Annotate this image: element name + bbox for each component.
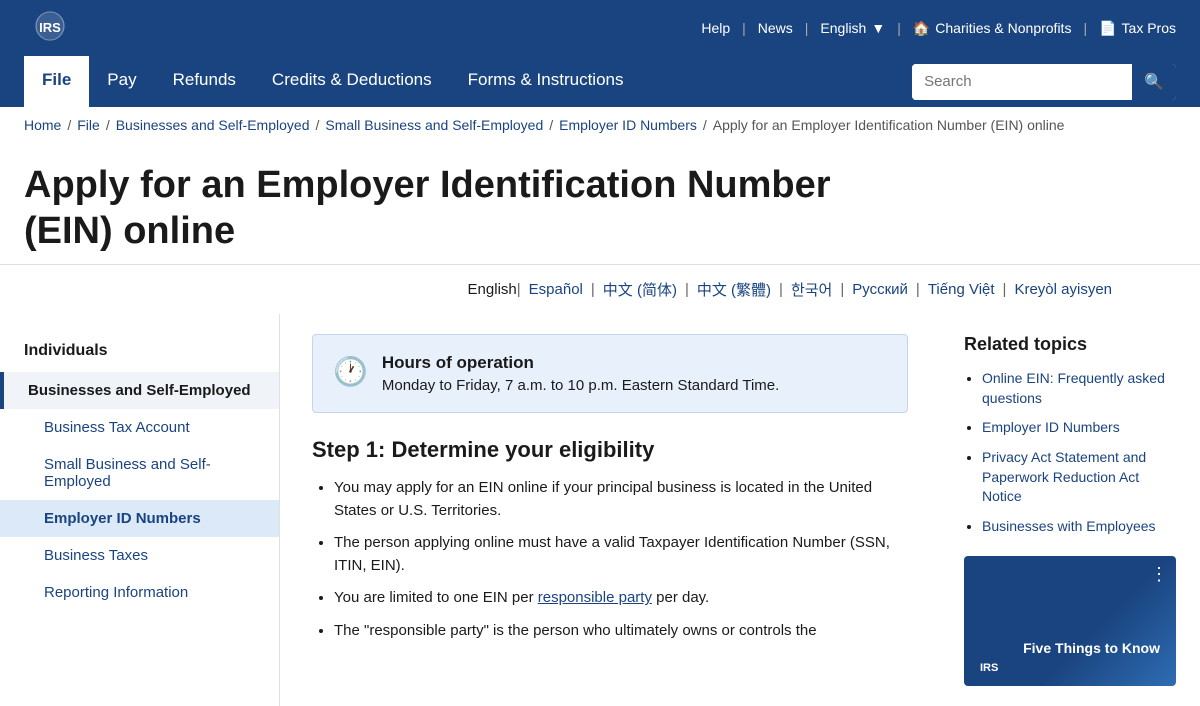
list-item: You are limited to one EIN per responsib…	[334, 587, 908, 610]
nav-pay[interactable]: Pay	[89, 56, 154, 107]
nav-credits[interactable]: Credits & Deductions	[254, 56, 450, 107]
related-title: Related topics	[964, 334, 1176, 355]
lang-korean[interactable]: 한국어	[791, 279, 832, 300]
video-thumbnail[interactable]: ⋮ Five Things to Know IRS	[964, 556, 1176, 686]
related-panel: Related topics Online EIN: Frequently as…	[940, 314, 1200, 706]
breadcrumb: Home / File / Businesses and Self-Employ…	[0, 107, 1200, 143]
related-link-employees[interactable]: Businesses with Employees	[982, 518, 1156, 534]
bullet-list: You may apply for an EIN online if your …	[312, 477, 908, 642]
sep-2: /	[315, 117, 319, 133]
search-input[interactable]	[912, 64, 1132, 100]
taxpros-icon: 📄	[1099, 20, 1116, 37]
irs-logo[interactable]: IRS	[24, 8, 76, 48]
related-list: Online EIN: Frequently asked questions E…	[964, 369, 1176, 536]
clock-icon: 🕐	[333, 355, 368, 388]
related-link-privacy[interactable]: Privacy Act Statement and Paperwork Redu…	[982, 449, 1146, 504]
language-bar: English | Español | 中文 (简体) | 中文 (繁體) | …	[0, 265, 1200, 314]
list-item: Employer ID Numbers	[982, 418, 1176, 438]
list-item: Online EIN: Frequently asked questions	[982, 369, 1176, 408]
lang-chinese-simplified[interactable]: 中文 (简体)	[603, 279, 677, 300]
tax-pros-link[interactable]: 📄 Tax Pros	[1099, 20, 1176, 37]
divider-3: |	[897, 20, 901, 36]
svg-text:IRS: IRS	[39, 20, 61, 35]
breadcrumb-employer-id[interactable]: Employer ID Numbers	[559, 117, 697, 133]
hours-title: Hours of operation	[382, 353, 779, 373]
sidebar: Individuals Businesses and Self-Employed…	[0, 314, 280, 706]
sep-1: /	[106, 117, 110, 133]
lang-russian[interactable]: Русский	[852, 281, 908, 298]
hours-details: Hours of operation Monday to Friday, 7 a…	[382, 353, 779, 394]
chevron-down-icon: ▼	[871, 20, 885, 36]
video-options-icon[interactable]: ⋮	[1150, 564, 1168, 585]
nav-bar: File Pay Refunds Credits & Deductions Fo…	[0, 56, 1200, 107]
sep-4: /	[703, 117, 707, 133]
sidebar-item-business-taxes[interactable]: Business Taxes	[0, 537, 279, 574]
list-item: Privacy Act Statement and Paperwork Redu…	[982, 448, 1176, 507]
top-bar-links: Help | News | English ▼ | 🏠 Charities & …	[701, 20, 1176, 37]
main-layout: Individuals Businesses and Self-Employed…	[0, 314, 1200, 706]
search-box: 🔍	[912, 64, 1176, 100]
list-item: The "responsible party" is the person wh…	[334, 620, 908, 643]
divider-4: |	[1083, 20, 1087, 36]
lang-haitian[interactable]: Kreyòl ayisyen	[1014, 281, 1112, 298]
breadcrumb-home[interactable]: Home	[24, 117, 61, 133]
nav-file[interactable]: File	[24, 56, 89, 107]
sidebar-section-title: Individuals	[0, 334, 279, 368]
list-item: The person applying online must have a v…	[334, 532, 908, 577]
sep-3: /	[549, 117, 553, 133]
nav-refunds[interactable]: Refunds	[155, 56, 254, 107]
page-title: Apply for an Employer Identification Num…	[24, 163, 924, 254]
responsible-party-link[interactable]: responsible party	[538, 589, 652, 606]
video-title: Five Things to Know	[1007, 640, 1176, 656]
sidebar-item-businesses[interactable]: Businesses and Self-Employed	[0, 372, 279, 409]
related-link-ein[interactable]: Employer ID Numbers	[982, 419, 1120, 435]
sep-0: /	[67, 117, 71, 133]
content-area: 🕐 Hours of operation Monday to Friday, 7…	[280, 314, 940, 706]
video-irs-logo: IRS	[974, 660, 1004, 676]
divider-1: |	[742, 20, 746, 36]
nav-forms[interactable]: Forms & Instructions	[450, 56, 642, 107]
lang-english: English	[468, 281, 517, 298]
lang-espanol[interactable]: Español	[529, 281, 583, 298]
search-button[interactable]: 🔍	[1132, 64, 1176, 100]
related-link-faq[interactable]: Online EIN: Frequently asked questions	[982, 370, 1165, 406]
page-title-section: Apply for an Employer Identification Num…	[0, 143, 1200, 265]
charities-link[interactable]: 🏠 Charities & Nonprofits	[913, 20, 1072, 37]
breadcrumb-small-business[interactable]: Small Business and Self-Employed	[325, 117, 543, 133]
step-title: Step 1: Determine your eligibility	[312, 437, 908, 463]
sidebar-item-business-tax[interactable]: Business Tax Account	[0, 409, 279, 446]
news-link[interactable]: News	[758, 20, 793, 36]
nav-search-area: 🔍	[912, 56, 1176, 107]
breadcrumb-file[interactable]: File	[77, 117, 100, 133]
lang-vietnamese[interactable]: Tiếng Việt	[928, 281, 995, 298]
list-item: You may apply for an EIN online if your …	[334, 477, 908, 522]
help-link[interactable]: Help	[701, 20, 730, 36]
hours-box: 🕐 Hours of operation Monday to Friday, 7…	[312, 334, 908, 413]
charity-icon: 🏠	[913, 20, 930, 37]
breadcrumb-businesses[interactable]: Businesses and Self-Employed	[116, 117, 310, 133]
sidebar-item-small-business[interactable]: Small Business and Self-Employed	[0, 446, 279, 500]
language-label: English	[820, 20, 866, 36]
top-bar: IRS Help | News | English ▼ | 🏠 Charitie…	[0, 0, 1200, 56]
sidebar-item-reporting[interactable]: Reporting Information	[0, 574, 279, 611]
lang-chinese-traditional[interactable]: 中文 (繁體)	[697, 279, 771, 300]
breadcrumb-current: Apply for an Employer Identification Num…	[713, 117, 1065, 133]
divider-2: |	[805, 20, 809, 36]
list-item: Businesses with Employees	[982, 517, 1176, 537]
hours-text: Monday to Friday, 7 a.m. to 10 p.m. East…	[382, 377, 779, 394]
language-selector[interactable]: English ▼	[820, 20, 885, 36]
sidebar-item-employer-id[interactable]: Employer ID Numbers	[0, 500, 279, 537]
